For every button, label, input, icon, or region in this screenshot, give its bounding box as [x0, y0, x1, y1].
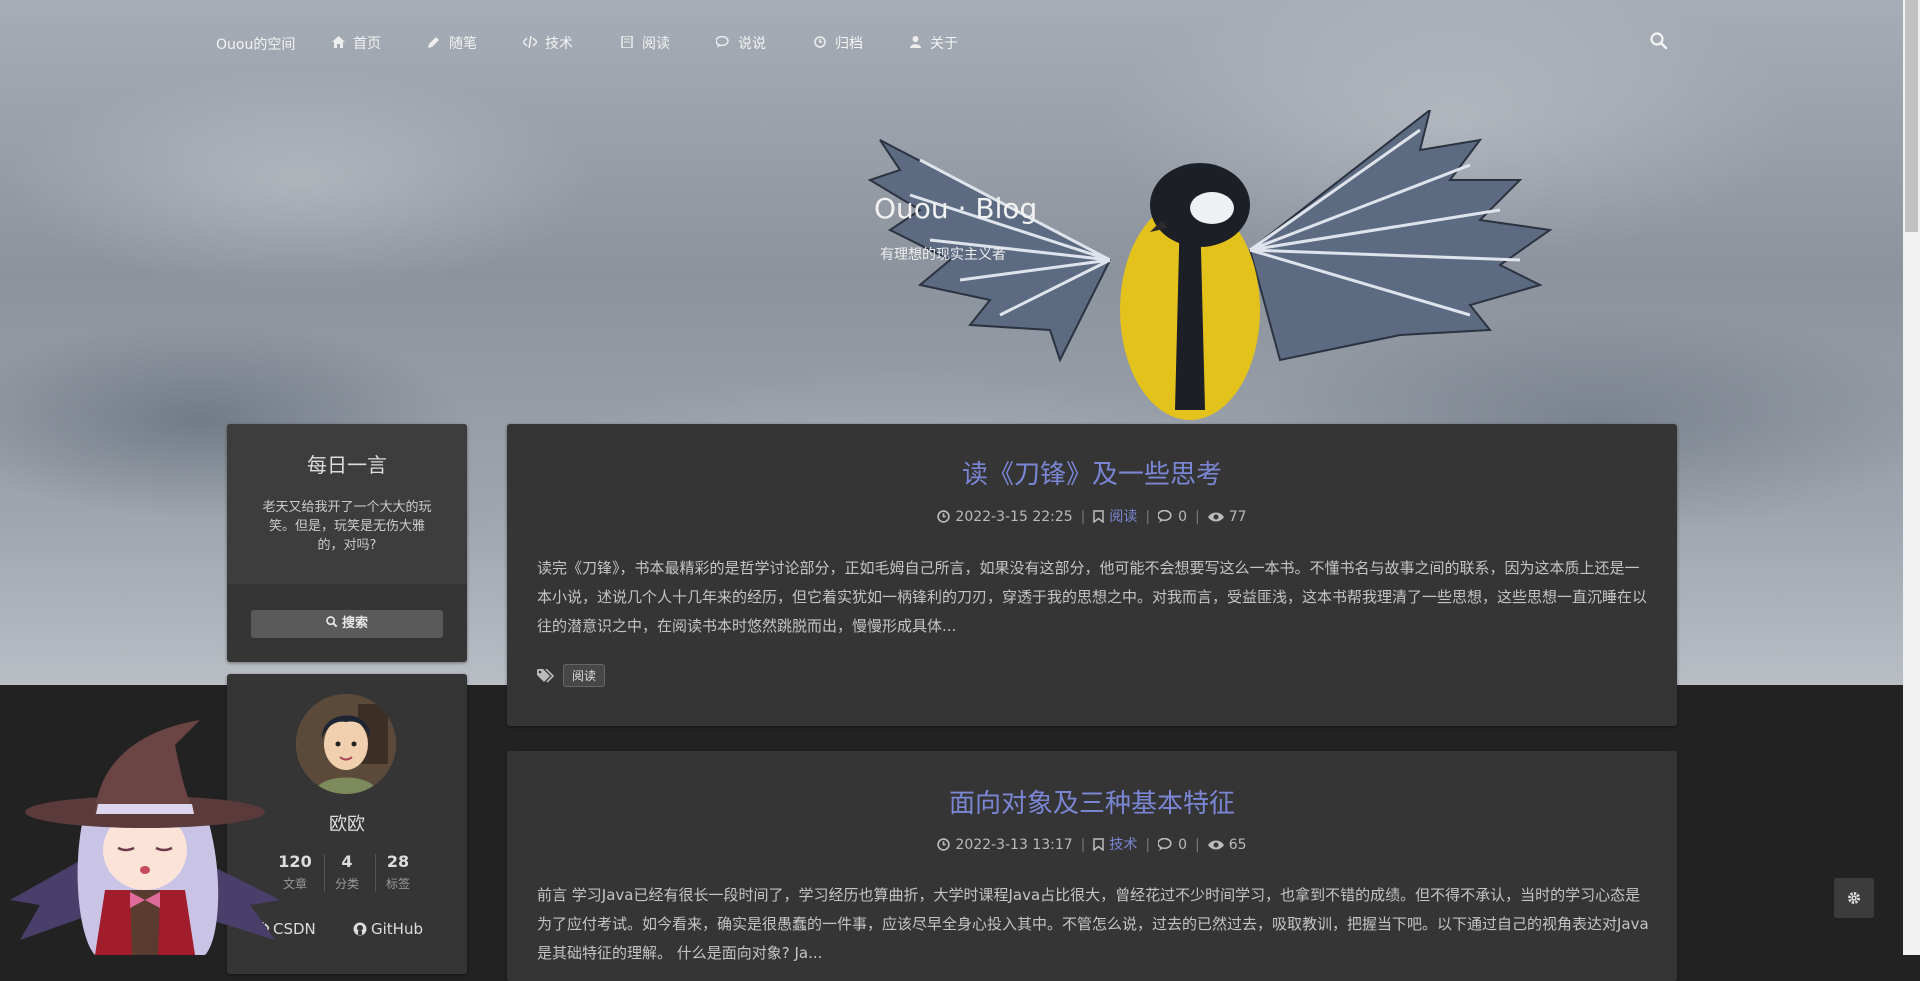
pencil-icon	[427, 36, 441, 51]
post-comments: 0	[1178, 509, 1188, 525]
clock-icon	[937, 838, 951, 851]
nav-reading[interactable]: 阅读	[620, 33, 670, 53]
code-icon	[521, 35, 539, 51]
post-comments: 0	[1178, 837, 1188, 853]
search-icon[interactable]	[1650, 32, 1668, 50]
daily-quote-card: 每日一言 老天又给我开了一个大大的玩笑。但是，玩笑是无伤大雅的，对吗? 搜索	[227, 424, 467, 662]
tag-chip[interactable]: 阅读	[563, 664, 606, 687]
nav-archive[interactable]: 归档	[813, 33, 863, 53]
settings-button[interactable]	[1834, 878, 1874, 918]
post-category[interactable]: 阅读	[1109, 509, 1137, 525]
post-excerpt: 读完《刀锋》，书本最精彩的是哲学讨论部分，正如毛姆自己所言，如果没有这部分，他可…	[537, 559, 1648, 635]
comments-icon	[715, 35, 730, 51]
bookmark-icon	[1093, 838, 1105, 852]
eye-icon	[1207, 512, 1224, 522]
post-title[interactable]: 面向对象及三种基本特征	[507, 783, 1677, 820]
nav-about-label: 关于	[930, 36, 958, 52]
bookmark-icon	[1093, 510, 1105, 524]
book-icon	[620, 35, 634, 51]
hero-subtitle: 有理想的现实主义者	[880, 247, 1006, 263]
post-meta: 2022-3-13 13:17 | 技术 | 0 | 65	[507, 834, 1677, 854]
comments-icon	[1157, 509, 1172, 523]
tags-icon	[537, 667, 555, 683]
site-brand[interactable]: Ouou的空间	[216, 34, 295, 54]
bird-illustration	[867, 110, 1553, 420]
nav-tech-label: 技术	[545, 36, 573, 52]
daily-quote-title: 每日一言	[307, 453, 387, 477]
search-icon	[326, 616, 338, 628]
daily-quote-text: 老天又给我开了一个大大的玩笑。但是，玩笑是无伤大雅的，对吗?	[262, 500, 432, 553]
post-title[interactable]: 读《刀锋》及一些思考	[507, 454, 1677, 491]
stat-categories[interactable]: 4 分类	[321, 852, 373, 892]
sidebar-search-label: 搜索	[341, 616, 368, 631]
stat-tags-label: 标签	[385, 877, 410, 891]
hero-title: Ouou · Blog	[874, 192, 1038, 225]
nav-talk[interactable]: 说说	[715, 33, 766, 53]
github-link[interactable]: GitHub	[353, 920, 423, 938]
post-meta: 2022-3-15 22:25 | 阅读 | 0 | 77	[507, 506, 1677, 526]
mascot-character[interactable]	[0, 700, 300, 955]
post-tags: 阅读	[537, 664, 606, 687]
github-icon	[353, 922, 367, 936]
nav-home[interactable]: 首页	[331, 33, 381, 53]
scrollbar-thumb[interactable]	[1905, 0, 1918, 232]
comments-icon	[1157, 837, 1172, 851]
post-views: 65	[1228, 837, 1247, 853]
nav-essays[interactable]: 随笔	[427, 33, 477, 53]
user-icon	[908, 36, 922, 51]
top-nav: Ouou的空间 首页 随笔 技术 阅读 说说 归档 关于	[0, 0, 1903, 84]
post-date: 2022-3-15 22:25	[955, 509, 1073, 525]
post-views: 77	[1228, 509, 1247, 525]
nav-essays-label: 随笔	[449, 36, 477, 52]
stat-tags-value: 28	[386, 852, 410, 871]
post-card: 读《刀锋》及一些思考 2022-3-15 22:25 | 阅读 | 0 | 77 读完《刀锋…	[507, 424, 1677, 726]
post-category[interactable]: 技术	[1109, 837, 1137, 853]
github-link-label: GitHub	[371, 920, 423, 938]
nav-about[interactable]: 关于	[908, 33, 958, 53]
home-icon	[331, 36, 345, 51]
nav-reading-label: 阅读	[642, 36, 670, 52]
stat-tags[interactable]: 28 标签	[372, 852, 424, 892]
post-card: 面向对象及三种基本特征 2022-3-13 13:17 | 技术 | 0 | 65 前言 学…	[507, 751, 1677, 981]
post-date: 2022-3-13 13:17	[955, 837, 1073, 853]
stat-categories-value: 4	[341, 852, 353, 871]
nav-home-label: 首页	[353, 36, 381, 52]
gear-icon	[1848, 892, 1860, 904]
clock-icon	[813, 36, 827, 51]
nav-tech[interactable]: 技术	[521, 33, 573, 53]
nav-archive-label: 归档	[835, 36, 863, 52]
sidebar-search-button[interactable]: 搜索	[251, 610, 443, 638]
clock-icon	[937, 510, 951, 523]
nav-talk-label: 说说	[738, 36, 766, 52]
eye-icon	[1207, 840, 1224, 850]
avatar[interactable]	[296, 694, 396, 794]
stat-categories-label: 分类	[334, 877, 359, 891]
